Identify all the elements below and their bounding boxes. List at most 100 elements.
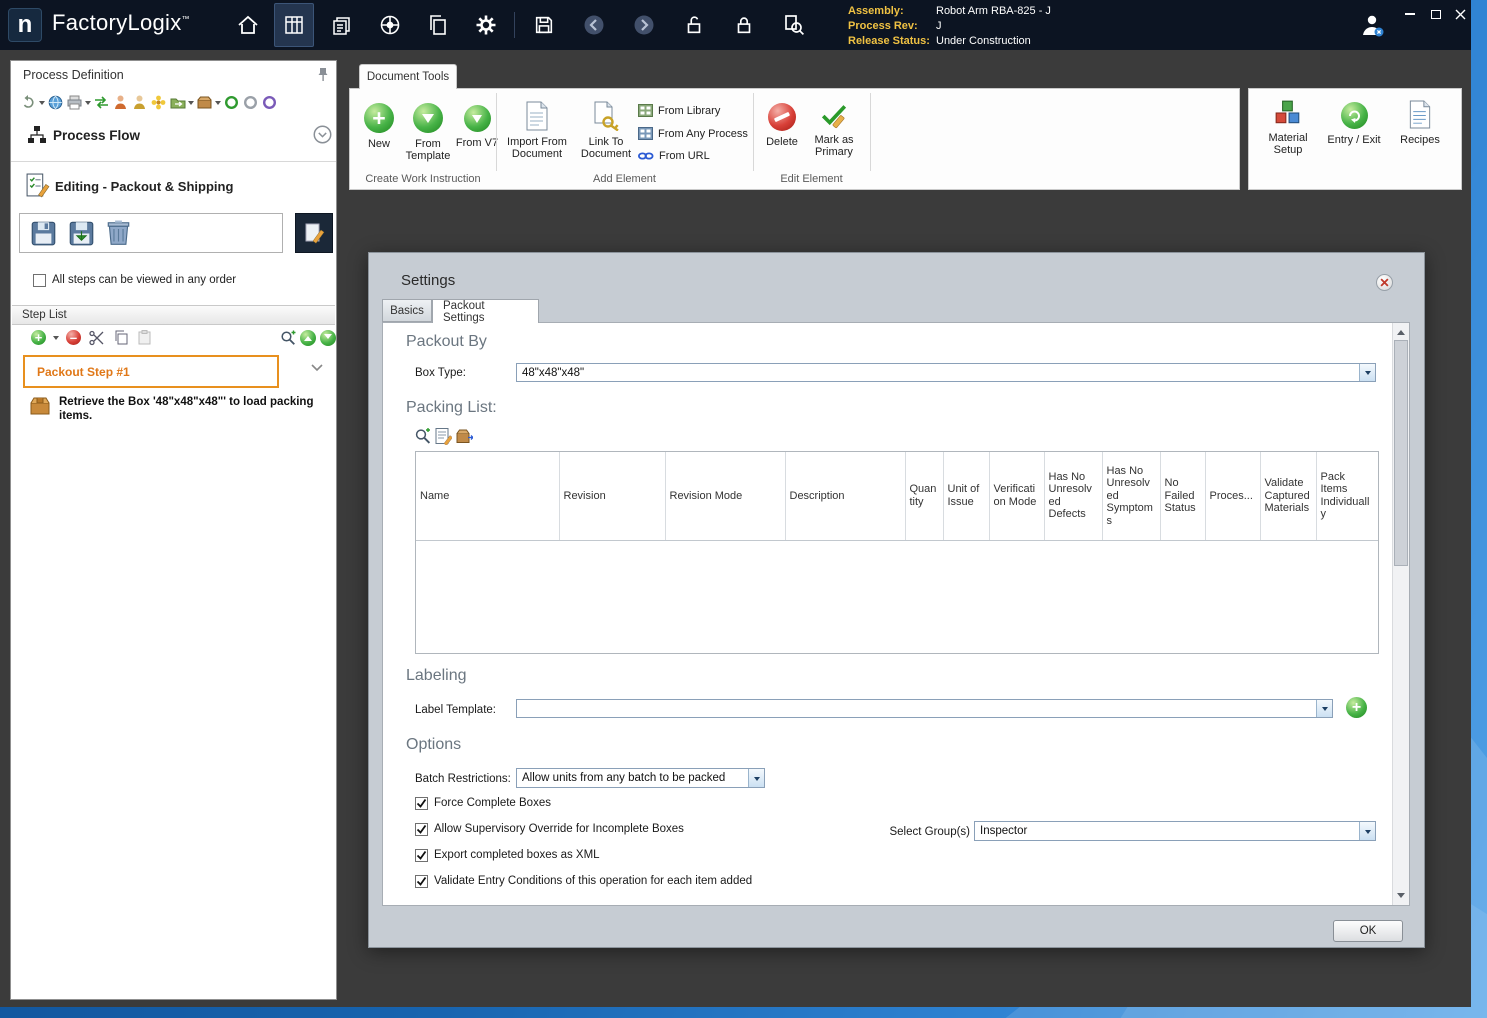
from-template-button[interactable]: From Template: [401, 103, 455, 162]
column-header[interactable]: Quantity: [905, 452, 944, 541]
dropdown-arrow-icon[interactable]: [748, 769, 764, 787]
paste-icon[interactable]: [136, 329, 153, 346]
column-header[interactable]: Revision: [559, 452, 666, 541]
from-url-button[interactable]: From URL: [638, 150, 710, 162]
process-documents-button[interactable]: [322, 0, 362, 50]
column-header[interactable]: No Failed Status: [1160, 452, 1206, 541]
column-header[interactable]: Validate Captured Materials: [1260, 452, 1317, 541]
add-label-template-button[interactable]: +: [1346, 697, 1367, 718]
start-ring-icon[interactable]: [223, 94, 240, 111]
new-work-instruction-button[interactable]: + New: [357, 103, 401, 150]
undo-dropdown-icon[interactable]: [39, 101, 45, 108]
process-flow-label[interactable]: Process Flow: [53, 128, 140, 143]
globe-icon[interactable]: [47, 94, 64, 111]
column-header[interactable]: Pack Items Individually: [1316, 452, 1378, 541]
step-list-item-selected[interactable]: Packout Step #1: [23, 355, 279, 388]
from-v7-button[interactable]: From V7: [455, 105, 499, 149]
column-header[interactable]: Has No Unresolved Symptoms: [1102, 452, 1161, 541]
minimize-button[interactable]: [1398, 4, 1422, 24]
tab-document-tools[interactable]: Document Tools: [359, 64, 457, 89]
tab-basics[interactable]: Basics: [382, 299, 432, 322]
delete-step-button[interactable]: [106, 219, 131, 247]
box-type-select[interactable]: 48"x48"x48": [516, 363, 1376, 382]
column-header[interactable]: Unit of Issue: [943, 452, 990, 541]
print-icon[interactable]: [66, 94, 83, 111]
validate-entry-checkbox[interactable]: [415, 875, 428, 888]
move-step-down-button[interactable]: [320, 329, 336, 346]
close-window-button[interactable]: [1448, 4, 1472, 24]
step-expand-chevron-icon[interactable]: [311, 364, 323, 372]
mark-as-primary-button[interactable]: Mark as Primary: [805, 101, 863, 158]
compare-icon[interactable]: [93, 94, 110, 111]
save-step-button[interactable]: [30, 220, 57, 247]
tab-packout-settings[interactable]: Packout Settings: [432, 299, 539, 324]
column-header[interactable]: Revision Mode: [665, 452, 786, 541]
dialog-scrollbar[interactable]: [1392, 323, 1409, 905]
home-button[interactable]: [228, 0, 268, 50]
column-header[interactable]: Verification Mode: [989, 452, 1045, 541]
from-any-process-button[interactable]: From Any Process: [638, 127, 748, 140]
from-library-button[interactable]: From Library: [638, 104, 720, 117]
find-step-icon[interactable]: [279, 329, 296, 346]
move-step-up-button[interactable]: [300, 329, 316, 346]
settings-gear-button[interactable]: [466, 0, 506, 50]
maximize-button[interactable]: [1424, 4, 1448, 24]
supervisory-override-checkbox[interactable]: [415, 823, 428, 836]
add-step-button[interactable]: +: [31, 330, 46, 345]
dropdown-arrow-icon[interactable]: [1359, 364, 1375, 381]
supervisor-icon[interactable]: [131, 94, 148, 111]
material-setup-button[interactable]: Material Setup: [1259, 99, 1317, 156]
import-step-button[interactable]: [68, 220, 95, 247]
delete-element-button[interactable]: Delete: [761, 103, 803, 148]
edit-mode-button[interactable]: [295, 213, 333, 253]
save-button[interactable]: [524, 0, 564, 50]
add-step-dropdown-icon[interactable]: [53, 336, 59, 343]
lock-button[interactable]: [724, 0, 764, 50]
label-template-select[interactable]: [516, 699, 1333, 718]
print-dropdown-icon[interactable]: [85, 101, 91, 108]
navigator-button[interactable]: [370, 0, 410, 50]
package-dropdown-icon[interactable]: [215, 101, 221, 108]
step-instruction-text[interactable]: Retrieve the Box '48"x48"x48"' to load p…: [59, 395, 327, 423]
dropdown-arrow-icon[interactable]: [1316, 700, 1332, 717]
dropdown-arrow-icon[interactable]: [1359, 822, 1375, 840]
column-header[interactable]: Proces...: [1205, 452, 1261, 541]
edit-list-icon[interactable]: [435, 427, 452, 445]
pin-icon[interactable]: [317, 67, 329, 82]
recipes-button[interactable]: Recipes: [1393, 100, 1447, 146]
scroll-thumb[interactable]: [1394, 340, 1408, 566]
select-groups-select[interactable]: Inspector: [974, 821, 1376, 841]
scroll-up-button[interactable]: [1393, 323, 1409, 340]
batch-restrictions-select[interactable]: Allow units from any batch to be packed: [516, 768, 765, 788]
export-folder-icon[interactable]: [169, 94, 186, 111]
force-complete-boxes-checkbox[interactable]: [415, 797, 428, 810]
remove-step-button[interactable]: –: [66, 330, 81, 345]
entry-exit-button[interactable]: Entry / Exit: [1323, 102, 1385, 146]
back-button[interactable]: [574, 0, 614, 50]
flower-icon[interactable]: [150, 94, 167, 111]
find-material-icon[interactable]: [414, 427, 431, 444]
column-header[interactable]: Description: [785, 452, 906, 541]
dialog-close-button[interactable]: [1376, 274, 1393, 291]
ok-button[interactable]: OK: [1333, 920, 1403, 942]
undo-icon[interactable]: [20, 94, 37, 111]
column-header[interactable]: Has No Unresolved Defects: [1044, 452, 1103, 541]
record-ring-icon[interactable]: [261, 94, 278, 111]
collapse-chevron-icon[interactable]: [313, 125, 332, 144]
view-order-checkbox[interactable]: [33, 274, 46, 287]
unlock-button[interactable]: [674, 0, 714, 50]
operator-icon[interactable]: [112, 94, 129, 111]
column-header[interactable]: Name: [416, 452, 560, 541]
package-tool-icon[interactable]: [196, 94, 213, 111]
scroll-down-button[interactable]: [1393, 888, 1409, 905]
audit-search-button[interactable]: [774, 0, 814, 50]
copy-icon[interactable]: [112, 329, 129, 346]
cut-icon[interactable]: [88, 329, 105, 346]
work-instructions-button[interactable]: [274, 3, 314, 47]
forward-button[interactable]: [624, 0, 664, 50]
stop-ring-icon[interactable]: [242, 94, 259, 111]
export-xml-checkbox[interactable]: [415, 849, 428, 862]
import-from-document-button[interactable]: Import From Document: [503, 101, 571, 160]
user-button[interactable]: [1352, 0, 1392, 50]
link-to-document-button[interactable]: Link To Document: [575, 101, 637, 160]
